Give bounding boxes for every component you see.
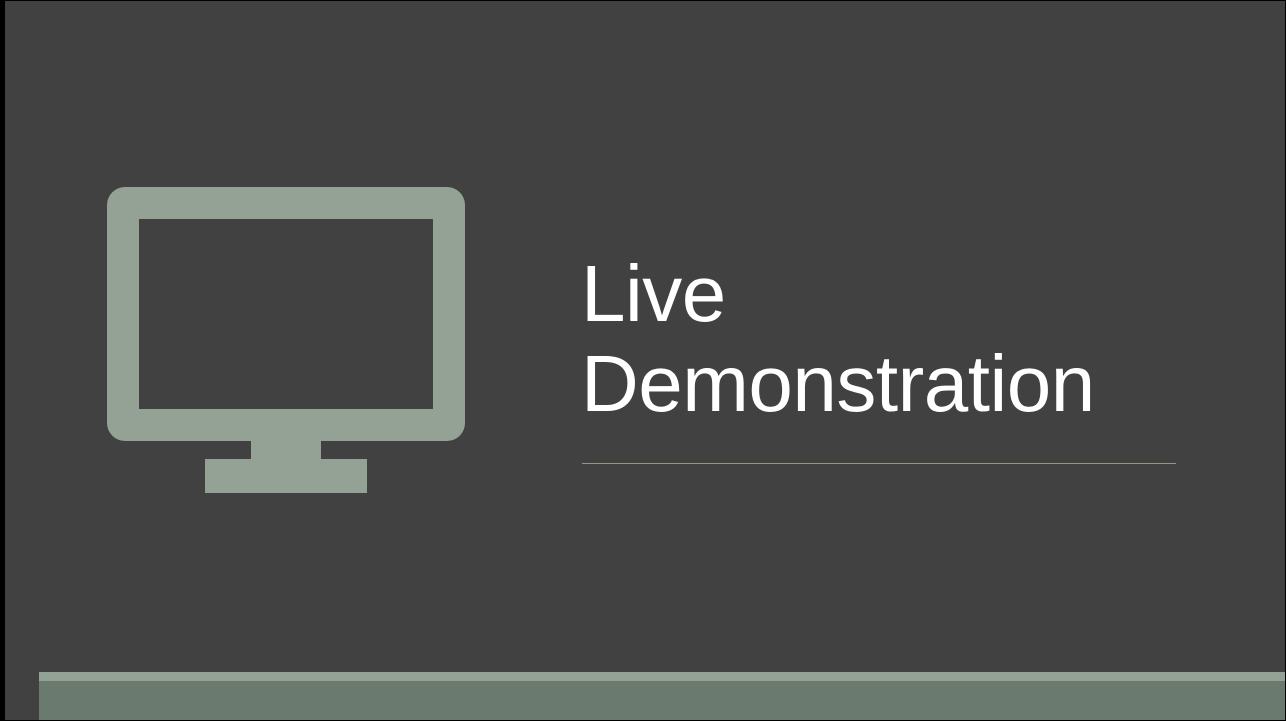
footer-band [39,672,1285,720]
monitor-icon [107,187,465,493]
title-line-demonstration: Demonstration [581,339,1095,428]
left-edge-strip [1,1,5,720]
title-underline-rule [582,463,1176,464]
title-line-live: Live [581,249,726,338]
monitor-stand-base [205,459,367,493]
slide-canvas: Live Demonstration [0,0,1286,721]
footer-highlight-strip [39,672,1285,681]
monitor-screen-frame [107,187,465,441]
slide-title: Live Demonstration [581,249,1261,429]
